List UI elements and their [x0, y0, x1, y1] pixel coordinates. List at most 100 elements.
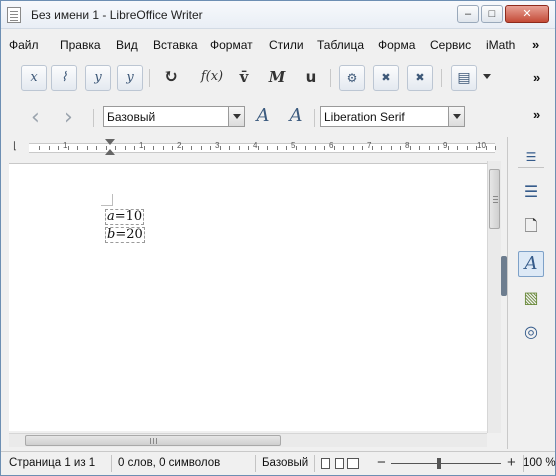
new-style-icon[interactable]: A [284, 104, 308, 128]
text-boundary-corner [101, 194, 113, 206]
ruler-tick [467, 146, 468, 150]
ruler-tick [87, 146, 88, 150]
ruler-tick [486, 146, 487, 150]
page-icon[interactable]: 🗋 [518, 215, 544, 241]
minimize-button[interactable]: – [457, 5, 479, 23]
grip-icon [493, 196, 498, 197]
horizontal-ruler[interactable]: ⌊ 1 1 2 3 4 5 6 7 8 9 10 [9, 137, 497, 159]
ruler-number: 3 [215, 141, 220, 150]
imath-graph-icon[interactable]: ⌇ [51, 65, 77, 91]
ruler-tick [201, 146, 202, 150]
paragraph-style-combo[interactable]: Базовый [103, 106, 245, 127]
maximize-button[interactable]: □ [481, 5, 503, 23]
ruler-number: 10 [477, 141, 486, 150]
ruler-tick [277, 146, 278, 150]
first-line-indent-marker[interactable] [105, 139, 115, 145]
ruler-tick [419, 146, 420, 150]
back-arrow-icon[interactable]: ‹ [31, 105, 40, 130]
menu-file[interactable]: Файл [9, 38, 39, 52]
ruler-tick [172, 146, 173, 150]
formula-value: =20 [115, 227, 143, 242]
chevron-down-icon[interactable] [448, 107, 464, 126]
ruler-number: 8 [405, 141, 410, 150]
sidebar: ☰ ☰ 🗋 A ▧ ◎ [507, 137, 555, 449]
document-page[interactable]: a=10 b=20 [9, 163, 489, 431]
imath-y2-icon[interactable]: y [117, 65, 143, 91]
menu-view[interactable]: Вид [116, 38, 138, 52]
sidebar-menu-icon[interactable]: ☰ [518, 145, 544, 171]
vertical-scroll-thumb[interactable] [489, 169, 500, 229]
toolbar-overflow-chevron-icon[interactable]: » [533, 107, 540, 122]
single-page-layout-icon[interactable] [321, 458, 330, 469]
update-style-icon[interactable]: A [251, 104, 275, 128]
formula-value: =10 [114, 209, 143, 224]
gallery-icon[interactable]: ▧ [518, 287, 544, 313]
ruler-tick [68, 146, 69, 150]
menu-edit[interactable]: Правка [60, 38, 101, 52]
zoom-slider-handle[interactable] [437, 458, 441, 469]
formula-object-b[interactable]: b=20 [105, 227, 145, 243]
delete-doc-icon[interactable]: ✖ [373, 65, 399, 91]
zoom-slider[interactable] [391, 463, 501, 464]
word-count[interactable]: 0 слов, 0 символов [118, 457, 220, 469]
function-icon[interactable]: f(x) [196, 65, 228, 91]
toolbar-overflow-chevron-icon[interactable]: » [533, 70, 540, 85]
delete-all-doc-icon[interactable]: ✖ [407, 65, 433, 91]
ruler-tick [191, 146, 192, 150]
menu-imath[interactable]: iMath [486, 38, 515, 52]
properties-icon[interactable]: ☰ [518, 181, 544, 207]
ruler-tick [362, 146, 363, 150]
refresh-icon[interactable]: ↻ [158, 65, 184, 91]
ruler-tick [39, 146, 40, 150]
forward-arrow-icon[interactable]: › [64, 105, 73, 130]
zoom-percent[interactable]: 100 % [523, 457, 556, 469]
ruler-tick [134, 146, 135, 150]
insert-dropdown-chevron-icon[interactable] [483, 74, 491, 79]
ruler-tick [258, 146, 259, 150]
menu-form[interactable]: Форма [378, 38, 415, 52]
imath-y-icon[interactable]: y [85, 65, 111, 91]
book-layout-icon[interactable] [347, 458, 359, 469]
formula-object-a[interactable]: a=10 [105, 209, 145, 225]
tab-stop-selector-icon[interactable]: ⌊ [13, 141, 17, 152]
ruler-tick [448, 146, 449, 150]
ruler-tick [220, 146, 221, 150]
horizontal-scroll-thumb[interactable] [25, 435, 281, 446]
ruler-tick [267, 146, 268, 150]
unit-icon[interactable]: u [298, 65, 324, 91]
ruler-tick [96, 146, 97, 150]
matrix-icon[interactable]: M [264, 65, 290, 91]
zoom-in-icon[interactable]: + [507, 454, 516, 471]
menu-insert[interactable]: Вставка [153, 38, 198, 52]
status-separator [314, 455, 315, 472]
paragraph-style-value: Базовый [107, 110, 156, 124]
insert-doc-icon[interactable]: ▤ [451, 65, 477, 91]
vector-icon[interactable]: v̄ [231, 65, 257, 91]
toolbar-separator [330, 69, 331, 87]
menu-styles[interactable]: Стили [269, 38, 304, 52]
ruler-number: 9 [443, 141, 448, 150]
menu-table[interactable]: Таблица [317, 38, 364, 52]
zoom-out-icon[interactable]: − [377, 454, 386, 471]
horizontal-scrollbar[interactable] [9, 433, 487, 447]
vertical-scrollbar[interactable] [487, 161, 501, 433]
page-count[interactable]: Страница 1 из 1 [9, 457, 95, 469]
menu-overflow-chevron-icon[interactable]: » [532, 37, 539, 52]
menu-tools[interactable]: Сервис [430, 38, 471, 52]
styles-icon[interactable]: A [518, 251, 544, 277]
font-name-combo[interactable]: Liberation Serif [320, 106, 465, 127]
chevron-down-icon[interactable] [228, 107, 244, 126]
ruler-tick [248, 146, 249, 150]
menu-bar: Файл Правка Вид Вставка Формат Стили Таб… [1, 35, 555, 57]
menu-format[interactable]: Формат [210, 38, 253, 52]
multi-page-layout-icon[interactable] [335, 458, 344, 469]
imath-x-icon[interactable]: x [21, 65, 47, 91]
ruler-number: 1 [63, 141, 68, 150]
navigator-icon[interactable]: ◎ [518, 321, 544, 347]
ruler-number: 4 [253, 141, 258, 150]
close-button[interactable]: ✕ [505, 5, 549, 23]
settings-doc-icon[interactable]: ⚙ [339, 65, 365, 91]
page-style[interactable]: Базовый [262, 457, 308, 469]
ruler-tick [381, 146, 382, 150]
ruler-tick [163, 146, 164, 150]
